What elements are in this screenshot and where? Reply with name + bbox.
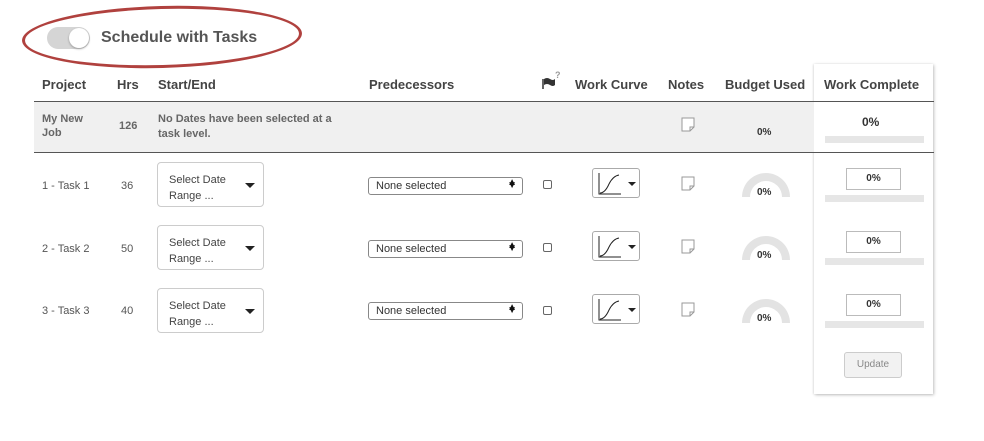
schedule-with-tasks-toggle[interactable] [47, 27, 90, 49]
job-row [34, 102, 814, 152]
work-curve-icon [598, 236, 636, 258]
task-name: 2 - Task 2 [42, 243, 90, 255]
updown-arrow-icon: ▲ ▼ [507, 177, 517, 191]
work-complete-input[interactable]: 0% [846, 294, 901, 316]
task-name: 1 - Task 1 [42, 180, 90, 192]
date-range-label: Select Date Range ... [169, 237, 226, 265]
notes-icon[interactable] [681, 117, 695, 132]
caret-down-icon [245, 309, 255, 314]
job-budget-used: 0% [757, 127, 772, 138]
header-budget-used: Budget Used [725, 77, 806, 92]
notes-icon[interactable] [681, 239, 695, 254]
job-work-complete: 0% [862, 115, 880, 129]
notes-icon[interactable] [681, 176, 695, 191]
milestone-checkbox[interactable] [543, 306, 552, 315]
toggle-label: Schedule with Tasks [101, 29, 258, 46]
predecessors-select[interactable]: None selected ▲ ▼ [368, 240, 523, 258]
header-work-curve: Work Curve [575, 77, 648, 92]
milestone-help-mark: ? [555, 70, 561, 80]
caret-down-icon [245, 183, 255, 188]
milestone-checkbox[interactable] [543, 243, 552, 252]
header-start-end: Start/End [158, 77, 216, 92]
date-range-label: Select Date Range ... [169, 174, 226, 202]
task-hrs: 50 [121, 243, 134, 255]
date-range-label: Select Date Range ... [169, 300, 226, 328]
task-budget-used: 0% [757, 313, 772, 324]
work-curve-dropdown[interactable] [592, 231, 640, 261]
job-divider [34, 152, 934, 153]
header-notes: Notes [668, 77, 705, 92]
task-budget-used: 0% [757, 187, 772, 198]
job-hrs: 126 [119, 120, 138, 132]
milestone-checkbox[interactable] [543, 180, 552, 189]
work-complete-input[interactable]: 0% [846, 168, 901, 190]
date-range-picker[interactable]: Select Date Range ... [157, 162, 264, 207]
header-project: Project [42, 77, 87, 92]
work-curve-icon [598, 299, 636, 321]
work-complete-panel [814, 64, 933, 394]
job-work-complete-bar [825, 136, 924, 143]
predecessors-select[interactable]: None selected ▲ ▼ [368, 177, 523, 195]
predecessors-value: None selected [376, 180, 447, 192]
job-name: My New Job [42, 113, 83, 139]
update-button[interactable]: Update [844, 352, 902, 378]
work-complete-input[interactable]: 0% [846, 231, 901, 253]
task-hrs: 36 [121, 180, 134, 192]
task-budget-used: 0% [757, 250, 772, 261]
caret-down-icon [245, 246, 255, 251]
work-complete-bar [825, 321, 924, 328]
header-hrs: Hrs [117, 77, 139, 92]
task-hrs: 40 [121, 305, 134, 317]
date-range-picker[interactable]: Select Date Range ... [157, 225, 264, 270]
notes-icon[interactable] [681, 302, 695, 317]
predecessors-select[interactable]: None selected ▲ ▼ [368, 302, 523, 320]
job-dates-text: No Dates have been selected at a task le… [158, 113, 332, 140]
work-curve-dropdown[interactable] [592, 168, 640, 198]
task-name: 3 - Task 3 [42, 305, 90, 317]
updown-arrow-icon: ▲ ▼ [507, 240, 517, 254]
predecessors-value: None selected [376, 243, 447, 255]
work-curve-icon [598, 173, 636, 195]
work-complete-bar [825, 195, 924, 202]
work-curve-dropdown[interactable] [592, 294, 640, 324]
predecessors-value: None selected [376, 305, 447, 317]
toggle-knob [69, 28, 89, 48]
work-complete-bar [825, 258, 924, 265]
date-range-picker[interactable]: Select Date Range ... [157, 288, 264, 333]
header-predecessors: Predecessors [369, 77, 455, 92]
header-work-complete: Work Complete [824, 77, 920, 92]
updown-arrow-icon: ▲ ▼ [507, 302, 517, 316]
